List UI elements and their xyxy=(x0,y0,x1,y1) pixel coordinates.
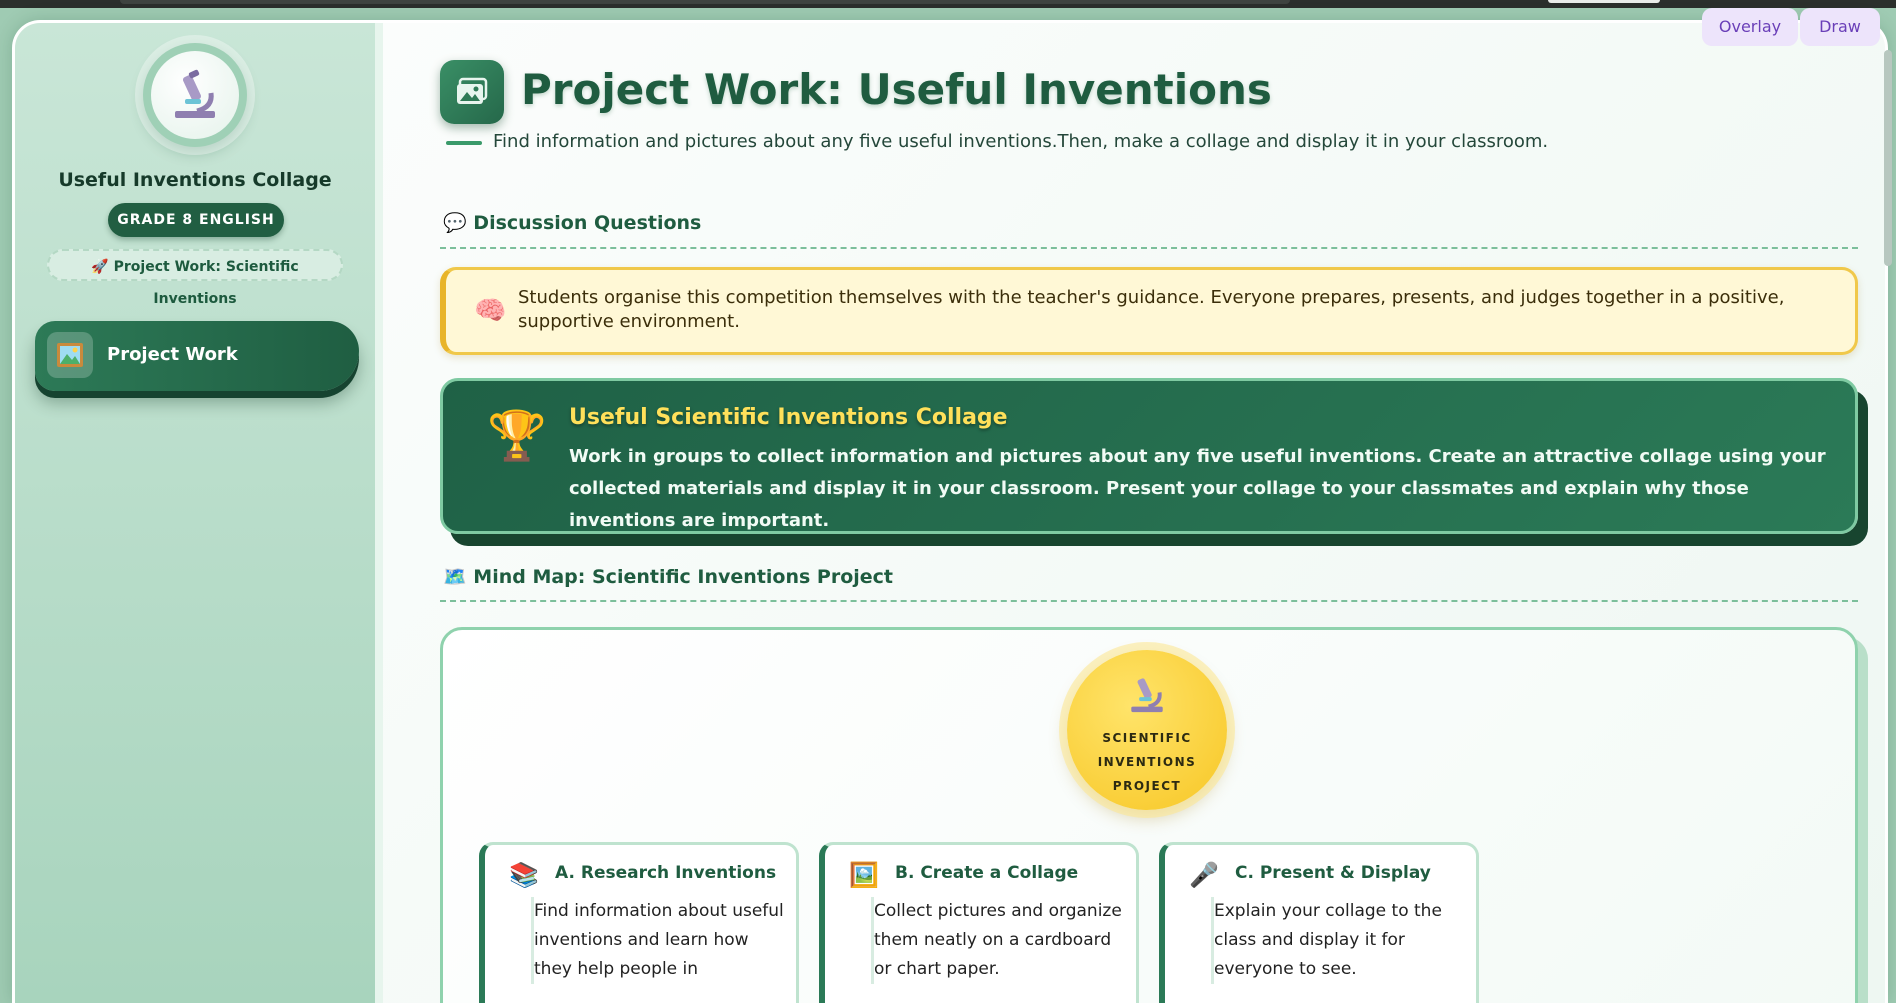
books-icon: 📚 xyxy=(509,861,539,889)
logo-ring xyxy=(143,43,247,147)
map-icon: 🗺️ xyxy=(443,566,467,588)
discussion-section-title: 💬 Discussion Questions xyxy=(443,211,701,234)
discussion-title-text: Discussion Questions xyxy=(473,212,702,234)
draw-button[interactable]: Draw xyxy=(1800,8,1880,46)
framed-picture-icon: 🖼️ xyxy=(849,861,879,889)
branch-text-content: Collect pictures and organize them neatl… xyxy=(874,901,1122,979)
branch-text-content: Explain your collage to the class and di… xyxy=(1214,901,1442,979)
browser-top-bar xyxy=(0,0,1896,8)
section-chip[interactable]: 🚀 Project Work: Scientific Inventions xyxy=(47,249,343,307)
discussion-note-text: Students organise this competition thems… xyxy=(518,287,1785,332)
brain-icon: 🧠 xyxy=(474,296,507,326)
sidebar: Useful Inventions Collage GRADE 8 ENGLIS… xyxy=(15,23,383,1003)
mind-map-center-node: SCIENTIFIC INVENTIONS PROJECT xyxy=(1067,650,1227,810)
page-title: Project Work: Useful Inventions xyxy=(521,65,1272,114)
browser-tab-control[interactable] xyxy=(1548,0,1660,3)
grade-badge: GRADE 8 ENGLISH xyxy=(108,203,284,237)
branch-title: C. Present & Display xyxy=(1235,863,1431,883)
branch-text: Collect pictures and organize them neatl… xyxy=(871,897,1130,984)
task-card-body: Work in groups to collect information an… xyxy=(569,446,1826,531)
page-subtitle: Find information and pictures about any … xyxy=(493,131,1549,152)
scrollbar-thumb[interactable] xyxy=(1884,50,1892,266)
discussion-note: 🧠 Students organise this competition the… xyxy=(440,267,1858,355)
microscope-icon xyxy=(151,51,239,139)
framed-picture-icon xyxy=(47,332,93,378)
microscope-icon xyxy=(1067,672,1227,720)
section-divider xyxy=(440,247,1858,249)
branch-text: Find information about useful inventions… xyxy=(531,897,790,984)
task-card-title: Useful Scientific Inventions Collage xyxy=(569,405,1008,430)
mindmap-section-title: 🗺️ Mind Map: Scientific Inventions Proje… xyxy=(443,565,893,588)
app-frame: Useful Inventions Collage GRADE 8 ENGLIS… xyxy=(12,20,1888,1003)
branch-text-content: Find information about useful inventions… xyxy=(534,901,784,979)
trophy-icon: 🏆 xyxy=(487,408,547,464)
address-bar[interactable] xyxy=(120,0,1290,4)
mind-map: SCIENTIFIC INVENTIONS PROJECT 📚 A. Resea… xyxy=(440,627,1858,1003)
mindmap-title-text: Mind Map: Scientific Inventions Project xyxy=(473,566,894,588)
speech-bubble-icon: 💬 xyxy=(443,212,467,234)
sidebar-item-project-work[interactable]: Project Work xyxy=(35,321,359,391)
section-divider xyxy=(440,600,1858,602)
subtitle-accent-line xyxy=(446,141,482,145)
overlay-button[interactable]: Overlay xyxy=(1702,8,1798,46)
microphone-icon: 🎤 xyxy=(1189,861,1219,889)
mind-map-center-label: SCIENTIFIC INVENTIONS PROJECT xyxy=(1097,731,1197,793)
branch-title: B. Create a Collage xyxy=(895,863,1079,883)
branch-text: Explain your collage to the class and di… xyxy=(1211,897,1470,984)
section-chip-label: Project Work: Scientific Inventions xyxy=(113,259,299,307)
rocket-icon: 🚀 xyxy=(91,259,109,275)
sidebar-item-label: Project Work xyxy=(107,344,238,365)
main-content: Project Work: Useful Inventions Find inf… xyxy=(383,23,1885,1003)
branch-title: A. Research Inventions xyxy=(555,863,777,883)
sidebar-title: Useful Inventions Collage xyxy=(58,169,332,191)
picture-icon xyxy=(440,60,504,124)
task-card: 🏆 Useful Scientific Inventions Collage W… xyxy=(440,378,1858,534)
